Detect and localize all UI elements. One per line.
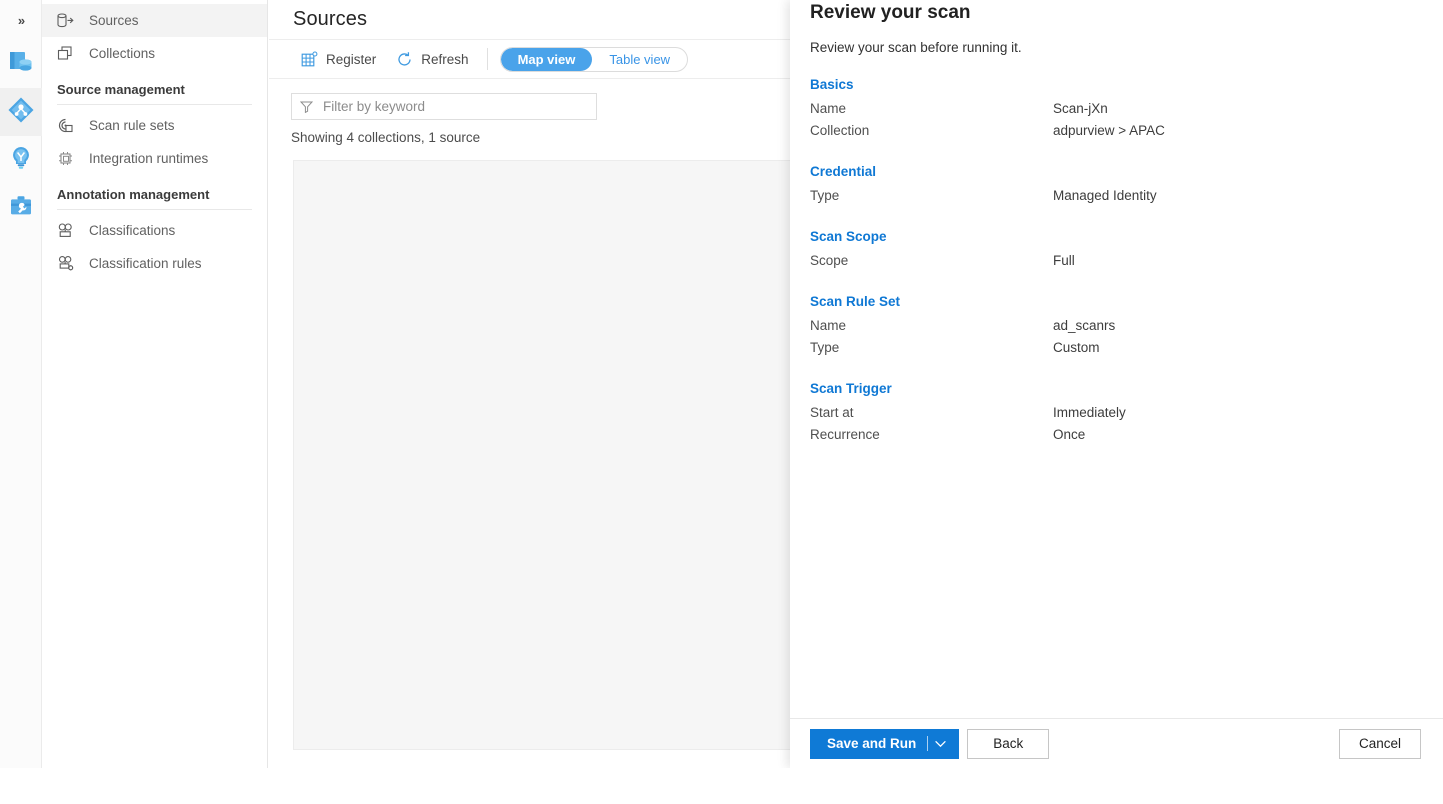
register-button-label: Register xyxy=(326,52,376,67)
view-toggle: Map view Table view xyxy=(500,47,689,72)
detail-row: Type Managed Identity xyxy=(810,185,1443,207)
double-chevron-right-icon: » xyxy=(18,13,24,28)
rail-item-management[interactable] xyxy=(0,184,42,232)
detail-key: Name xyxy=(810,98,1053,120)
filter-input-wrapper[interactable] xyxy=(291,93,597,120)
detail-row: Recurrence Once xyxy=(810,424,1443,446)
sidebar-divider xyxy=(57,104,252,105)
data-map-icon xyxy=(7,96,35,129)
refresh-icon xyxy=(396,51,413,68)
section-heading: Basics xyxy=(810,77,1443,92)
sidebar-divider xyxy=(57,209,252,210)
back-button-label: Back xyxy=(993,736,1023,751)
back-button[interactable]: Back xyxy=(967,729,1049,759)
refresh-button-label: Refresh xyxy=(421,52,468,67)
refresh-button[interactable]: Refresh xyxy=(386,44,478,74)
detail-value: Custom xyxy=(1053,337,1100,359)
save-and-run-button[interactable]: Save and Run xyxy=(810,729,959,759)
sidebar-item-label: Collections xyxy=(89,46,155,61)
register-button[interactable]: Register xyxy=(291,44,386,74)
cancel-button-label: Cancel xyxy=(1359,736,1401,751)
detail-row: Type Custom xyxy=(810,337,1443,359)
section-heading: Scan Rule Set xyxy=(810,294,1443,309)
section-credential: Credential Type Managed Identity xyxy=(790,164,1443,207)
sidebar-item-scan-rule-sets[interactable]: Scan rule sets xyxy=(42,109,267,142)
review-scan-panel: Review your scan Review your scan before… xyxy=(790,0,1443,768)
filter-icon xyxy=(300,100,313,113)
detail-key: Type xyxy=(810,185,1053,207)
detail-key: Collection xyxy=(810,120,1053,142)
section-heading: Credential xyxy=(810,164,1443,179)
left-nav-panel: Sources Collections Source management xyxy=(42,0,268,768)
tab-map-view[interactable]: Map view xyxy=(501,48,593,71)
section-scan-rule-set: Scan Rule Set Name ad_scanrs Type Custom xyxy=(790,294,1443,359)
detail-value: adpurview > APAC xyxy=(1053,120,1165,142)
collections-icon xyxy=(57,46,79,62)
detail-row: Scope Full xyxy=(810,250,1443,272)
save-and-run-label: Save and Run xyxy=(827,736,916,751)
sidebar-section-source-management: Source management xyxy=(42,70,267,102)
sidebar-item-classification-rules[interactable]: Classification rules xyxy=(42,247,267,280)
section-basics: Basics Name Scan-jXn Collection adpurvie… xyxy=(790,77,1443,142)
detail-value: Immediately xyxy=(1053,402,1126,424)
sidebar-item-label: Integration runtimes xyxy=(89,151,208,166)
section-scan-scope: Scan Scope Scope Full xyxy=(790,229,1443,272)
purview-app-window: » xyxy=(0,0,1443,768)
detail-value: ad_scanrs xyxy=(1053,315,1115,337)
detail-row: Name ad_scanrs xyxy=(810,315,1443,337)
detail-key: Name xyxy=(810,315,1053,337)
split-button-divider xyxy=(927,736,928,751)
management-toolbox-icon xyxy=(8,193,34,224)
detail-value: Full xyxy=(1053,250,1075,272)
detail-key: Scope xyxy=(810,250,1053,272)
detail-key: Type xyxy=(810,337,1053,359)
tab-table-view[interactable]: Table view xyxy=(592,48,687,71)
data-catalog-icon xyxy=(8,49,34,80)
register-source-icon xyxy=(301,51,318,68)
left-icon-rail: » xyxy=(0,0,42,768)
section-heading: Scan Trigger xyxy=(810,381,1443,396)
sidebar-section-annotation-management: Annotation management xyxy=(42,175,267,207)
detail-value: Once xyxy=(1053,424,1085,446)
integration-runtimes-icon xyxy=(57,151,79,167)
search-input[interactable] xyxy=(321,98,588,115)
panel-description: Review your scan before running it. xyxy=(790,40,1443,55)
classifications-icon xyxy=(57,223,79,239)
section-heading: Scan Scope xyxy=(810,229,1443,244)
rail-item-data-map[interactable] xyxy=(0,88,42,136)
insights-lightbulb-icon xyxy=(8,145,34,176)
classification-rules-icon xyxy=(57,256,79,272)
command-bar-separator xyxy=(487,48,488,70)
detail-value: Scan-jXn xyxy=(1053,98,1108,120)
rail-item-insights[interactable] xyxy=(0,136,42,184)
detail-key: Start at xyxy=(810,402,1053,424)
detail-value: Managed Identity xyxy=(1053,185,1157,207)
detail-row: Name Scan-jXn xyxy=(810,98,1443,120)
rail-item-data-catalog[interactable] xyxy=(0,40,42,88)
sources-icon xyxy=(57,13,79,29)
sidebar-item-integration-runtimes[interactable]: Integration runtimes xyxy=(42,142,267,175)
sidebar-item-classifications[interactable]: Classifications xyxy=(42,214,267,247)
cancel-button[interactable]: Cancel xyxy=(1339,729,1421,759)
sidebar-item-collections[interactable]: Collections xyxy=(42,37,267,70)
detail-row: Start at Immediately xyxy=(810,402,1443,424)
scan-rule-sets-icon xyxy=(57,118,79,134)
sidebar-item-sources[interactable]: Sources xyxy=(42,4,267,37)
detail-row: Collection adpurview > APAC xyxy=(810,120,1443,142)
sidebar-item-label: Classifications xyxy=(89,223,175,238)
detail-key: Recurrence xyxy=(810,424,1053,446)
section-scan-trigger: Scan Trigger Start at Immediately Recurr… xyxy=(790,381,1443,446)
sidebar-item-label: Sources xyxy=(89,13,139,28)
panel-footer: Save and Run Back Cancel xyxy=(790,718,1443,768)
panel-title: Review your scan xyxy=(790,2,1443,24)
chevron-down-icon[interactable] xyxy=(935,740,958,748)
sidebar-item-label: Classification rules xyxy=(89,256,202,271)
expand-rail-button[interactable]: » xyxy=(0,0,42,40)
sidebar-item-label: Scan rule sets xyxy=(89,118,175,133)
